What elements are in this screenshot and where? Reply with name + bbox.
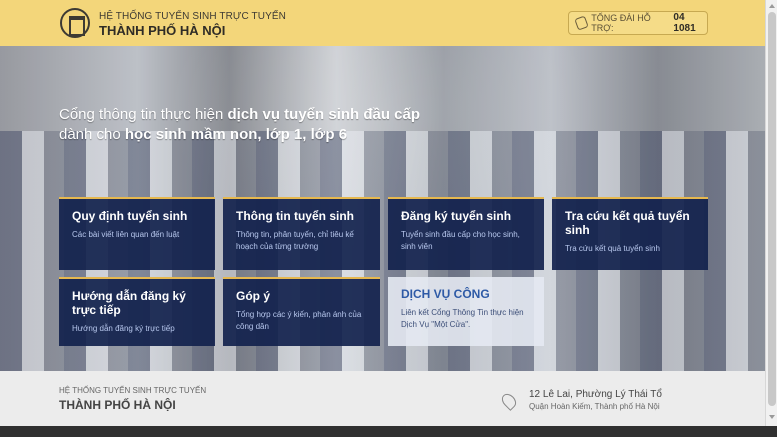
site-header: HỆ THỐNG TUYỂN SINH TRỰC TUYẾN THÀNH PHỐ… <box>0 0 765 46</box>
tile-title: DỊCH VỤ CÔNG <box>401 287 490 301</box>
tile-description: Hướng dẫn đăng ký trực tiếp <box>72 324 175 333</box>
phone-icon <box>574 15 590 31</box>
hotline-box[interactable]: TỔNG ĐÀI HỖ TRỢ: 04 1081 <box>568 11 708 35</box>
logo-icon[interactable] <box>60 8 90 38</box>
hero-title: Cổng thông tin thực hiện dịch vụ tuyển s… <box>59 105 479 145</box>
vertical-scrollbar[interactable] <box>765 0 777 426</box>
scroll-down-arrow-icon[interactable] <box>769 415 775 419</box>
tile-title: Đăng ký tuyển sinh <box>401 209 512 223</box>
tile-admission-rules[interactable]: Quy định tuyển sinh Các bài viết liên qu… <box>59 197 215 270</box>
scrollbar-thumb[interactable] <box>768 12 776 406</box>
tile-title: Tra cứu kết quả tuyển sinh <box>565 209 690 237</box>
site-footer: HỆ THỐNG TUYỂN SINH TRỰC TUYẾN THÀNH PHỐ… <box>0 371 765 426</box>
hero-line1-prefix: Cổng thông tin thực hiện <box>59 106 228 123</box>
tile-public-service[interactable]: DỊCH VỤ CÔNG Liên kết Cổng Thông Tin thự… <box>388 277 544 346</box>
site-title-main[interactable]: THÀNH PHỐ HÀ NỘI <box>99 23 225 38</box>
tile-description: Liên kết Cổng Thông Tin thực hiện Dịch V… <box>401 308 524 329</box>
tile-title: Quy định tuyển sinh <box>72 209 188 223</box>
footer-title-top: HỆ THỐNG TUYỂN SINH TRỰC TUYẾN <box>59 386 207 395</box>
hero-line1-bold: dịch vụ tuyển sinh đầu cấp <box>227 106 421 123</box>
site-title-top[interactable]: HỆ THỐNG TUYỂN SINH TRỰC TUYẾN <box>99 11 286 22</box>
tile-admission-register[interactable]: Đăng ký tuyển sinh Tuyển sinh đầu cấp ch… <box>388 197 544 270</box>
tile-results-lookup[interactable]: Tra cứu kết quả tuyển sinh Tra cứu kết q… <box>552 197 708 270</box>
tile-title: Thông tin tuyển sinh <box>236 209 354 223</box>
tile-description: Tra cứu kết quả tuyển sinh <box>565 244 660 253</box>
footer-address-line2: Quận Hoàn Kiếm, Thành phố Hà Nội <box>529 402 660 411</box>
hotline-label: TỔNG ĐÀI HỖ TRỢ: <box>591 13 651 33</box>
footer-address-line1: 12 Lê Lai, Phường Lý Thái Tổ <box>529 389 662 400</box>
hotline-number: 04 1081 <box>673 12 696 34</box>
tile-title: Hướng dẫn đăng ký trực tiếp <box>72 289 186 317</box>
tile-description: Thông tin, phân tuyến, chỉ tiêu kế hoạch… <box>236 230 354 251</box>
footer-title-main: THÀNH PHỐ HÀ NỘI <box>59 398 176 412</box>
tile-description: Tổng hợp các ý kiến, phản ánh của công d… <box>236 310 362 331</box>
tile-description: Các bài viết liên quan đến luật <box>72 230 180 239</box>
scroll-up-arrow-icon[interactable] <box>769 4 775 8</box>
hero-line2-prefix: dành cho <box>59 126 125 143</box>
location-pin-icon <box>499 391 519 411</box>
tile-feedback[interactable]: Góp ý Tổng hợp các ý kiến, phản ánh của … <box>223 277 380 346</box>
tile-admission-info[interactable]: Thông tin tuyển sinh Thông tin, phân tuy… <box>223 197 380 270</box>
tile-title: Góp ý <box>236 289 271 303</box>
tile-description: Tuyển sinh đầu cấp cho học sinh, sinh vi… <box>401 230 520 251</box>
hero-line2-bold: học sinh mầm non, lớp 1, lớp 6 <box>124 126 348 143</box>
bottom-bar <box>0 426 777 437</box>
tile-direct-registration-guide[interactable]: Hướng dẫn đăng ký trực tiếp Hướng dẫn đă… <box>59 277 215 346</box>
